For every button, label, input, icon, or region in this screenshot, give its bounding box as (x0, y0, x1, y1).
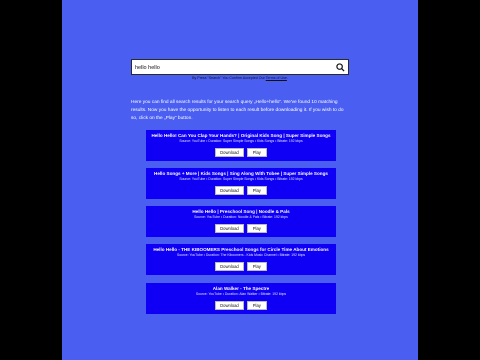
intro-text: Here you can find all search results for… (131, 100, 344, 121)
play-button[interactable]: Play (246, 148, 267, 157)
download-button[interactable]: Download (215, 301, 244, 310)
result-meta: Source: YouTube • Duration: Super Simple… (179, 177, 303, 181)
terms-suffix: . (286, 76, 288, 80)
page: By Press "Search" You Confirm Accepted O… (62, 0, 418, 360)
download-button[interactable]: Download (215, 148, 244, 157)
result-card: Hello Hello | Preschool Song | Noodle & … (146, 206, 336, 237)
search-icon (335, 62, 345, 72)
terms-of-use-link[interactable]: Terms of Use (266, 76, 287, 80)
terms-text: By Press "Search" You Confirm Accepted O… (192, 76, 266, 80)
download-button[interactable]: Download (215, 224, 244, 233)
search-bar (131, 59, 349, 75)
play-button[interactable]: Play (246, 186, 267, 195)
result-meta: Source: YouTube • Duration: Noodle & Pal… (194, 215, 288, 219)
play-button[interactable]: Play (246, 301, 267, 310)
play-button[interactable]: Play (246, 224, 267, 233)
play-button[interactable]: Play (246, 262, 267, 271)
result-card: Hello Hello! Can You Clap Your Hands? | … (146, 130, 336, 161)
search-button[interactable] (332, 60, 348, 74)
result-card: Hello Hello - THE KIBOOMERS Preschool So… (146, 244, 336, 275)
download-button[interactable]: Download (215, 186, 244, 195)
result-meta: Source: YouTube • Duration: The Kiboomer… (176, 253, 306, 257)
result-card: Alan Walker - The Spectre Source: YouTub… (146, 283, 336, 314)
result-card: Hello Songs + More | Kids Songs | Sing A… (146, 168, 336, 199)
result-meta: Source: YouTube • Duration: Super Simple… (179, 139, 303, 143)
search-input[interactable] (135, 62, 325, 73)
result-meta: Source: YouTube • Duration: Alan Walker … (195, 292, 287, 296)
download-button[interactable]: Download (215, 262, 244, 271)
terms-notice: By Press "Search" You Confirm Accepted O… (131, 76, 349, 80)
